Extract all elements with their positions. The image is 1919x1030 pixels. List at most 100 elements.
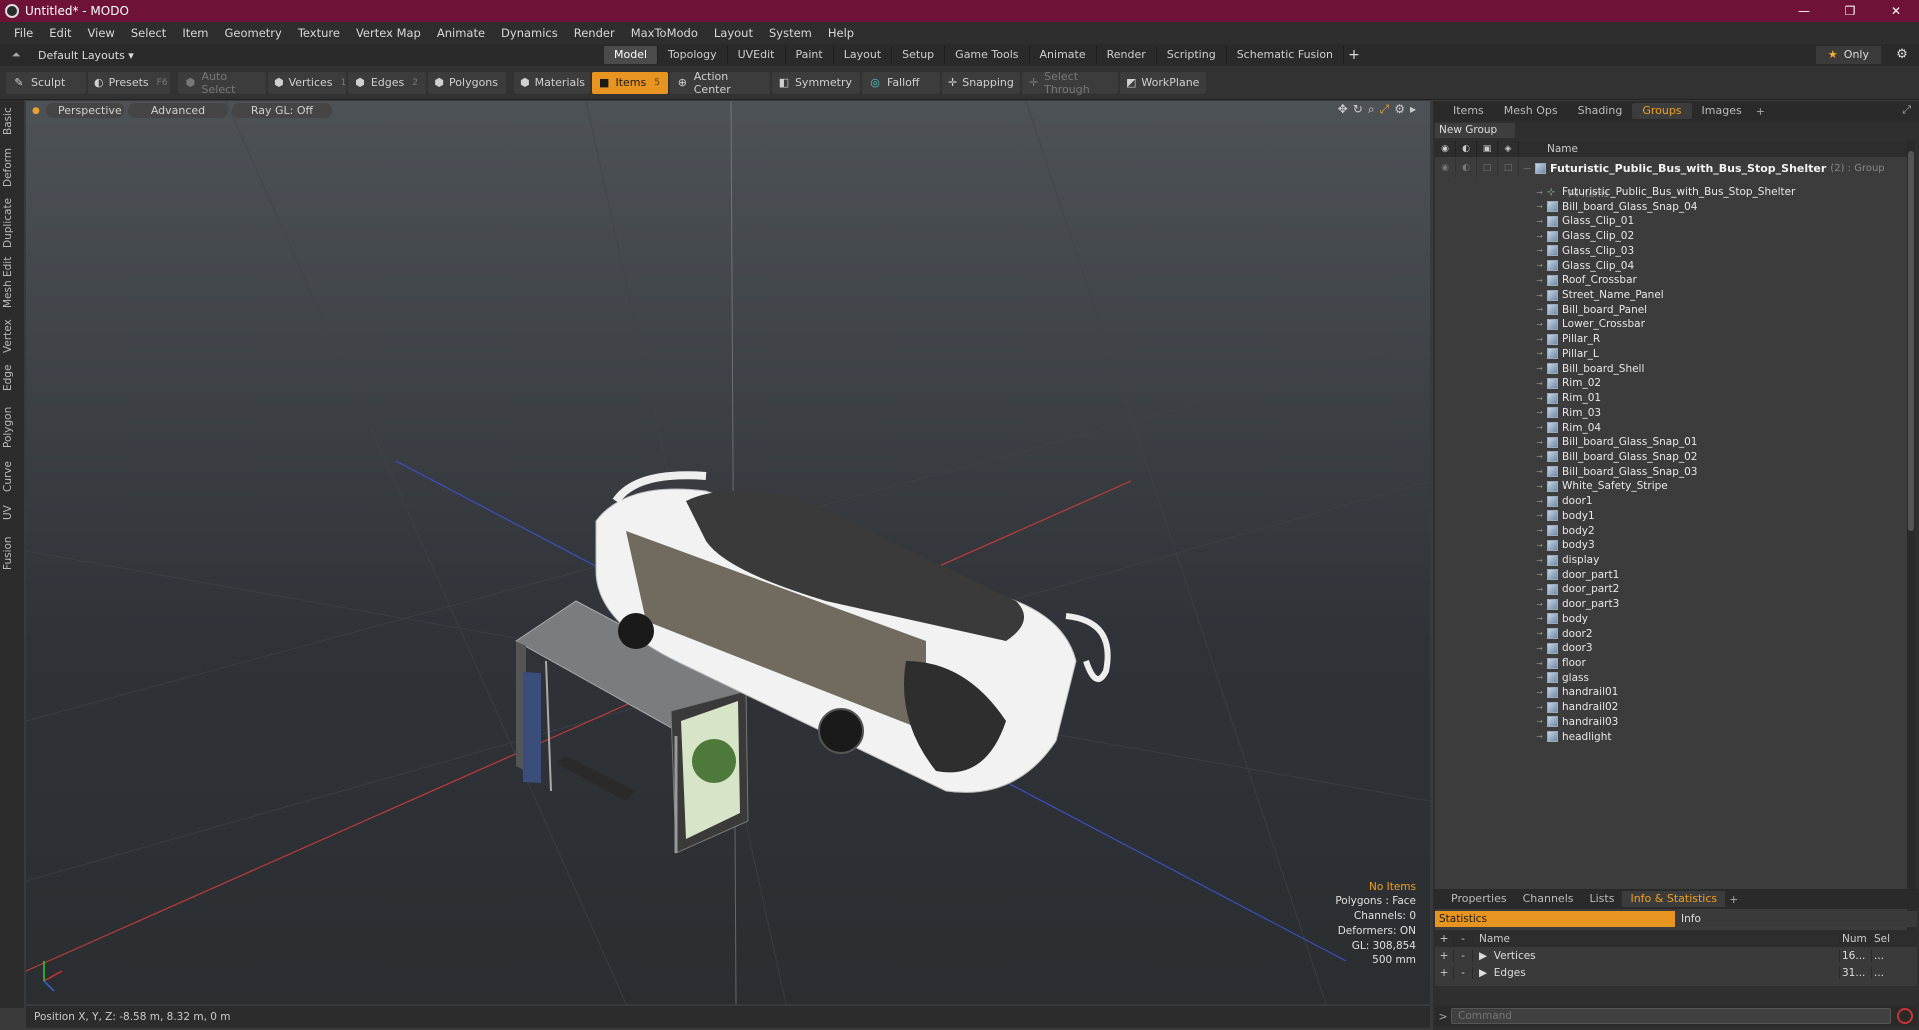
menu-system[interactable]: System [761,26,820,40]
tree-item-row[interactable]: → Bill_board_Glass_Snap_04 [1435,200,1907,214]
name-column-header[interactable]: Name [1547,143,1578,155]
menu-select[interactable]: Select [123,26,174,40]
tree-scroll-thumb[interactable] [1908,151,1914,531]
tree-item-row[interactable]: → Pillar_R [1435,332,1907,346]
tree-item-row[interactable]: → floor [1435,656,1907,670]
sculpt-button[interactable]: ✎ Sculpt [6,71,86,94]
tree-item-row[interactable]: → door_part2 [1435,582,1907,596]
command-input[interactable] [1451,1008,1891,1024]
stats-row-edges[interactable]: + - ▶ Edges 31... ... [1435,964,1917,981]
statistics-tab[interactable]: Statistics [1435,911,1675,927]
menu-render[interactable]: Render [566,26,623,40]
tab-info-statistics[interactable]: Info & Statistics [1622,891,1726,907]
tab-uvedit[interactable]: UVEdit [728,46,786,64]
raygl-button[interactable]: Ray GL: Off [232,102,332,118]
pan-icon[interactable]: ✥ [1338,102,1348,117]
row-plus-icon[interactable]: + [1435,966,1454,979]
record-icon[interactable] [1897,1008,1913,1024]
collapse-up-icon[interactable]: ⏶ [8,48,24,62]
tree-item-row[interactable]: → Street_Name_Panel [1435,288,1907,302]
fit-icon[interactable]: ⤢ [1380,102,1390,117]
tree-item-row[interactable]: → Rim_04 [1435,421,1907,435]
menu-help[interactable]: Help [820,26,862,40]
render-col-icon[interactable]: ◐ [1456,141,1477,157]
select-through-button[interactable]: ✛ Select Through [1022,70,1118,96]
symmetry-button[interactable]: ◧ Symmetry [772,71,860,94]
only-toggle[interactable]: ★ Only [1815,46,1881,64]
materials-button[interactable]: ⬢ Materials [514,71,590,94]
expand-arrow-icon[interactable]: ▸ [1410,102,1416,117]
vtab-edge[interactable]: Edge [2,362,22,394]
vertices-button[interactable]: ⬢ Vertices 1 [268,71,346,94]
menu-animate[interactable]: Animate [429,26,493,40]
menu-maxtomodo[interactable]: MaxToModo [623,26,706,40]
tab-items[interactable]: Items [1443,103,1494,119]
tree-item-row[interactable]: → Glass_Clip_04 [1435,259,1907,273]
layout-dropdown[interactable]: ⏶ Default Layouts ▾ [8,48,134,62]
workplane-button[interactable]: ◩ WorkPlane [1120,71,1206,94]
select-icon[interactable]: □ [1498,159,1519,177]
tree-item-row[interactable]: → door_part3 [1435,597,1907,611]
add-panel-tab-icon[interactable]: + [1756,105,1765,118]
row-plus-icon[interactable]: + [1435,949,1454,962]
menu-geometry[interactable]: Geometry [217,26,290,40]
tree-item-row[interactable]: → Bill_board_Panel [1435,303,1907,317]
action-center-button[interactable]: ⊕ Action Center [670,70,770,96]
tree-item-row[interactable]: → Bill_board_Glass_Snap_01 [1435,435,1907,449]
tree-item-row[interactable]: → handrail03 [1435,715,1907,729]
tree-item-row[interactable]: → glass [1435,671,1907,685]
tree-item-row[interactable]: → Bill_board_Glass_Snap_03 [1435,465,1907,479]
tab-model[interactable]: Model [604,46,659,64]
zoom-icon[interactable]: ⌕ [1368,102,1375,117]
gear-icon[interactable]: ⚙ [1893,46,1911,64]
tree-item-row[interactable]: → Rim_03 [1435,406,1907,420]
tree-item-row[interactable]: → handrail01 [1435,685,1907,699]
tab-setup[interactable]: Setup [892,46,946,64]
menu-file[interactable]: File [6,26,41,40]
tab-animate[interactable]: Animate [1030,46,1097,64]
tree-scrollbar[interactable] [1907,141,1915,981]
menu-layout[interactable]: Layout [706,26,761,40]
menu-view[interactable]: View [80,26,123,40]
snapping-button[interactable]: ✛ Snapping [942,71,1020,94]
shading-mode-button[interactable]: Advanced [128,102,228,118]
tab-scripting[interactable]: Scripting [1157,46,1227,64]
tab-images[interactable]: Images [1692,103,1752,119]
tree-item-row[interactable]: → body2 [1435,524,1907,538]
tree-item-row[interactable]: → Glass_Clip_03 [1435,244,1907,258]
auto-select-button[interactable]: ⬢ Auto Select [178,70,266,96]
viewport-options-icon[interactable]: ● [32,106,40,116]
vtab-curve[interactable]: Curve [2,458,22,496]
tree-item-row[interactable]: → ⊹ Futuristic_Public_Bus_with_Bus_Stop_Sh… [1435,185,1907,199]
tab-paint[interactable]: Paint [786,46,834,64]
3d-viewport[interactable]: ● Perspective Advanced Ray GL: Off ✥ ↻ ⌕… [26,101,1430,1004]
presets-button[interactable]: ◐ Presets F6 [88,71,170,94]
items-button[interactable]: ■ Items 5 [592,71,668,94]
menu-texture[interactable]: Texture [290,26,348,40]
tree-item-row[interactable]: → handrail02 [1435,700,1907,714]
vtab-basic[interactable]: Basic [2,104,22,138]
tab-shading[interactable]: Shading [1568,103,1633,119]
tree-item-row[interactable]: → Bill_board_Glass_Snap_02 [1435,450,1907,464]
tab-channels[interactable]: Channels [1515,891,1582,907]
tree-item-row[interactable]: → door_part1 [1435,568,1907,582]
vtab-duplicate[interactable]: Duplicate [2,196,22,250]
tree-item-row[interactable]: → body [1435,612,1907,626]
polygons-button[interactable]: ⬢ Polygons [428,71,506,94]
vtab-deform[interactable]: Deform [2,146,22,188]
info-tab[interactable]: Info [1675,911,1917,927]
menu-edit[interactable]: Edit [41,26,79,40]
tree-item-row[interactable]: → Rim_02 [1435,376,1907,390]
row-minus-icon[interactable]: - [1454,949,1473,962]
viewport-gear-icon[interactable]: ⚙ [1394,102,1405,117]
rotate-icon[interactable]: ↻ [1353,102,1363,117]
group-row[interactable]: ◉ ◐ □ □ — Futuristic_Public_Bus_with_Bus_Stop… [1435,159,1907,177]
tree-item-row[interactable]: → door3 [1435,641,1907,655]
tab-layout[interactable]: Layout [834,46,893,64]
menu-vertex-map[interactable]: Vertex Map [348,26,429,40]
visibility-col-icon[interactable]: ◉ [1435,141,1456,157]
tab-mesh-ops[interactable]: Mesh Ops [1494,103,1568,119]
tree-item-row[interactable]: → Lower_Crossbar [1435,317,1907,331]
render-icon[interactable]: ◐ [1456,159,1477,177]
stats-row-vertices[interactable]: + - ▶ Vertices 16... ... [1435,947,1917,964]
